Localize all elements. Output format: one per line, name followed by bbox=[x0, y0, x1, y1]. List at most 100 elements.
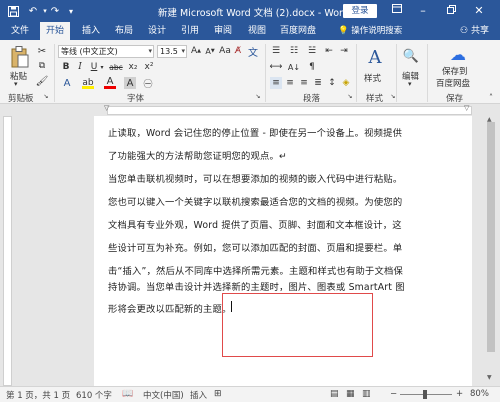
tab-home[interactable]: 开始 bbox=[40, 22, 70, 40]
paragraph-line[interactable]: 形将会更改以匹配新的主题。 bbox=[108, 301, 231, 315]
right-indent-marker-icon[interactable]: ▽ bbox=[464, 104, 469, 112]
paragraph-line[interactable]: 您也可以键入一个关键字以联机搜索最适合您的文档的视频。为使您的 bbox=[108, 194, 402, 208]
cut-icon[interactable]: ✂ bbox=[36, 45, 48, 57]
sort-icon[interactable]: A↓ bbox=[288, 61, 300, 73]
vertical-scrollbar[interactable]: ▲ ▼ bbox=[482, 116, 500, 386]
superscript-button[interactable]: x² bbox=[143, 61, 155, 73]
subscript-button[interactable]: x₂ bbox=[127, 61, 139, 73]
text-effects-icon[interactable]: A bbox=[61, 77, 73, 89]
save-to-label-line2[interactable]: 百度网盘 bbox=[436, 77, 470, 89]
justify-icon[interactable]: ≣ bbox=[312, 77, 324, 89]
character-shading-icon[interactable]: A bbox=[124, 77, 136, 89]
line-spacing-icon[interactable]: ↕ bbox=[326, 77, 338, 89]
share-button[interactable]: ⚇ 共享 bbox=[460, 22, 489, 40]
paragraph-line[interactable]: 止读取，Word 会记住您的停止位置 - 即使在另一个设备上。视频提供 bbox=[108, 125, 402, 139]
clear-formatting-icon[interactable]: A̸ bbox=[233, 45, 243, 57]
bold-button[interactable]: B bbox=[61, 61, 71, 73]
scrollbar-thumb[interactable] bbox=[487, 122, 495, 352]
scroll-down-icon[interactable]: ▼ bbox=[487, 374, 492, 381]
insert-mode-status[interactable]: 插入 bbox=[190, 389, 207, 401]
paragraph-line[interactable]: 些设计可互为补充。例如，您可以添加匹配的封面、页眉和提要栏。单 bbox=[108, 240, 402, 254]
paste-dropdown-icon[interactable]: ▾ bbox=[14, 80, 18, 88]
print-layout-icon[interactable]: ▦ bbox=[346, 389, 355, 399]
paste-icon[interactable] bbox=[8, 44, 32, 70]
status-bar: 第 1 页，共 1 页 610 个字 📖 中文(中国) 插入 ⊞ ▤ ▦ ▥ −… bbox=[0, 386, 500, 402]
restore-icon[interactable] bbox=[442, 2, 460, 20]
language-status[interactable]: 中文(中国) bbox=[143, 389, 184, 401]
cloud-icon[interactable]: ☁ bbox=[446, 44, 470, 64]
decrease-indent-icon[interactable]: ⇤ bbox=[323, 45, 335, 57]
font-name-combo[interactable]: 等线 (中文正文) ▾ bbox=[58, 45, 154, 58]
tab-references[interactable]: 引用 bbox=[181, 22, 199, 40]
document-page[interactable]: 止读取，Word 会记住您的停止位置 - 即使在另一个设备上。视频提供 了功能强… bbox=[94, 116, 472, 386]
clipboard-launcher-icon[interactable]: ↘ bbox=[42, 92, 50, 101]
font-color-icon[interactable]: A bbox=[104, 76, 116, 89]
align-left-icon[interactable]: ≡ bbox=[270, 77, 282, 89]
numbering-icon[interactable]: ☷ bbox=[288, 45, 300, 57]
web-layout-icon[interactable]: ▥ bbox=[362, 389, 371, 399]
macro-recording-icon[interactable]: ⊞ bbox=[214, 389, 222, 399]
word-count[interactable]: 610 个字 bbox=[76, 389, 112, 401]
zoom-in-icon[interactable]: + bbox=[456, 389, 463, 399]
bullets-icon[interactable]: ☰ bbox=[270, 45, 282, 57]
italic-button[interactable]: I bbox=[75, 61, 85, 73]
paragraph-line[interactable]: 了功能强大的方法帮助您证明您的观点。↵ bbox=[108, 148, 287, 162]
customize-quick-access-icon[interactable]: ▾ bbox=[64, 4, 78, 18]
highlight-color-icon[interactable]: ab bbox=[82, 77, 94, 89]
copy-icon[interactable]: ⧉ bbox=[36, 60, 48, 72]
document-area[interactable]: 止读取，Word 会记住您的停止位置 - 即使在另一个设备上。视频提供 了功能强… bbox=[14, 116, 500, 386]
minimize-icon[interactable]: – bbox=[414, 2, 432, 20]
tab-baidu-netdisk[interactable]: 百度网盘 bbox=[280, 22, 316, 40]
tell-me-search[interactable]: 💡 操作说明搜索 bbox=[338, 22, 402, 40]
proofing-icon[interactable]: 📖 bbox=[122, 389, 133, 399]
change-case-icon[interactable]: Aa bbox=[219, 45, 231, 57]
zoom-out-icon[interactable]: − bbox=[390, 389, 397, 399]
font-launcher-icon[interactable]: ↘ bbox=[254, 92, 262, 101]
tab-view[interactable]: 视图 bbox=[248, 22, 266, 40]
paragraph-launcher-icon[interactable]: ↘ bbox=[346, 92, 354, 101]
close-icon[interactable]: ✕ bbox=[470, 2, 488, 20]
chinese-layout-icon[interactable]: ⟷ bbox=[270, 61, 283, 73]
shading-icon[interactable]: ◈ bbox=[340, 77, 352, 89]
find-icon[interactable]: 🔍 bbox=[401, 45, 421, 67]
ribbon-display-options-icon[interactable] bbox=[388, 2, 406, 20]
show-marks-icon[interactable]: ¶ bbox=[306, 61, 318, 73]
tab-insert[interactable]: 插入 bbox=[82, 22, 100, 40]
tab-design[interactable]: 设计 bbox=[148, 22, 166, 40]
zoom-slider-handle[interactable] bbox=[423, 390, 427, 399]
paragraph-line[interactable]: 文档具有专业外观，Word 提供了页眉、页脚、封面和文本框设计，这 bbox=[108, 217, 402, 231]
indent-marker-icon[interactable]: ▽ bbox=[104, 104, 109, 112]
format-painter-icon[interactable]: 🖌 bbox=[36, 75, 49, 87]
paragraph-line[interactable]: 当您单击联机视频时，可以在想要添加的视频的嵌入代码中进行粘贴。 bbox=[108, 171, 402, 185]
tab-review[interactable]: 审阅 bbox=[214, 22, 232, 40]
underline-dropdown-icon[interactable]: ▾ bbox=[99, 61, 105, 73]
redo-icon[interactable]: ↷ bbox=[48, 4, 62, 18]
font-size-combo[interactable]: 13.5 ▾ bbox=[157, 45, 187, 58]
zoom-level[interactable]: 80% bbox=[470, 389, 489, 399]
shrink-font-icon[interactable]: A ▼ bbox=[205, 45, 215, 57]
align-right-icon[interactable]: ≡ bbox=[298, 77, 310, 89]
edit-dropdown-icon[interactable]: ▾ bbox=[408, 80, 412, 88]
multilevel-list-icon[interactable]: ☱ bbox=[306, 45, 318, 57]
underline-button[interactable]: U bbox=[89, 61, 99, 73]
page-count[interactable]: 第 1 页，共 1 页 bbox=[6, 389, 70, 401]
grow-font-icon[interactable]: A ▲ bbox=[191, 45, 201, 57]
collapse-ribbon-icon[interactable]: ˄ bbox=[486, 92, 496, 102]
phonetic-guide-icon[interactable]: 文 bbox=[247, 45, 259, 59]
vertical-ruler[interactable] bbox=[0, 116, 14, 386]
increase-indent-icon[interactable]: ⇥ bbox=[338, 45, 350, 57]
horizontal-ruler[interactable]: ▽ ▽ bbox=[0, 104, 500, 116]
read-mode-icon[interactable]: ▤ bbox=[330, 389, 339, 399]
paragraph-line[interactable]: 击“插入”，然后从不同库中选择所需元素。主题和样式也有助于文档保 bbox=[108, 263, 403, 277]
tab-layout[interactable]: 布局 bbox=[115, 22, 133, 40]
tab-file[interactable]: 文件 bbox=[11, 22, 29, 40]
styles-icon[interactable]: A bbox=[362, 45, 388, 69]
save-to-label-line1[interactable]: 保存到 bbox=[442, 65, 468, 77]
strikethrough-button[interactable]: abc bbox=[108, 61, 124, 73]
font-size-value: 13.5 bbox=[160, 47, 178, 56]
align-center-icon[interactable]: ≡ bbox=[284, 77, 296, 89]
paragraph-line[interactable]: 持协调。当您单击设计并选择新的主题时，图片、图表或 SmartArt 图 bbox=[108, 279, 405, 293]
login-button[interactable]: 登录 bbox=[343, 4, 377, 18]
save-icon[interactable] bbox=[6, 4, 20, 18]
enclose-characters-icon[interactable]: ㊀ bbox=[142, 77, 154, 90]
